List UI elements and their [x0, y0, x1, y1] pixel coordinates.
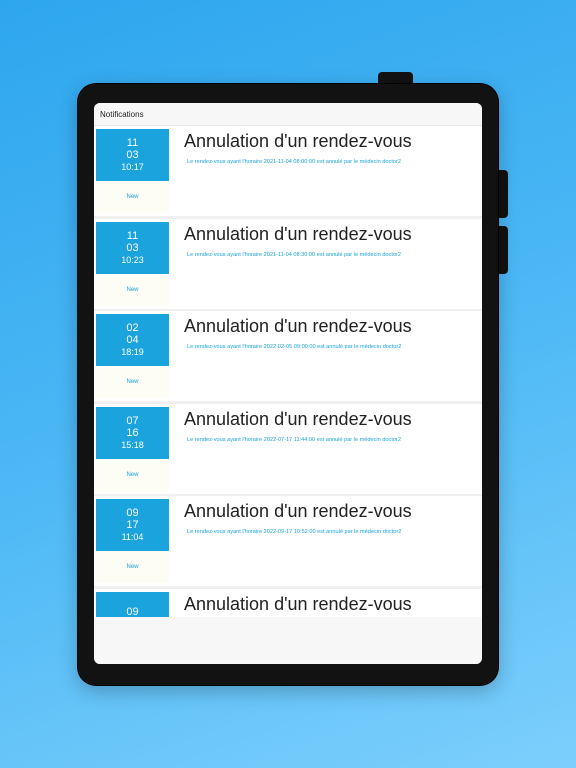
notification-date-badge: 09 17 11:04	[96, 499, 169, 551]
notification-day: 17	[126, 519, 139, 531]
notification-time: 18:19	[121, 347, 144, 357]
notification-date-column: 02 04 18:19 New	[96, 314, 169, 398]
notification-time: 10:17	[121, 162, 144, 172]
notification-month: 11	[126, 229, 139, 242]
app-screen: Notifications 11 03 10:17 New Annulation…	[94, 103, 482, 664]
notification-day: 03	[126, 149, 139, 161]
notification-message: Le rendez-vous ayant l'horaire 2021-11-0…	[187, 251, 401, 258]
notification-item[interactable]: 11 03 10:17 New Annulation d'un rendez-v…	[94, 126, 482, 216]
notification-day: 04	[126, 334, 139, 346]
notification-month: 07	[126, 414, 139, 427]
notification-title: Annulation d'un rendez-vous	[184, 316, 412, 336]
notification-day: 03	[126, 241, 139, 254]
notification-day: 16	[126, 426, 139, 439]
notification-date-badge: 09 17	[96, 591, 169, 618]
notification-month: 02	[126, 322, 139, 334]
notification-date-badge: 02 04 18:19	[96, 314, 169, 366]
notification-title: Annulation d'un rendez-vous	[184, 408, 412, 429]
notification-status-label: New	[126, 286, 139, 293]
notification-date-badge: 07 16 15:18	[96, 406, 169, 459]
notification-item[interactable]: 11 03 10:23 New Annulation d'un rendez-v…	[94, 218, 482, 309]
notification-date-column: 07 16 15:18 New	[96, 406, 169, 491]
bottom-empty-area	[94, 617, 482, 664]
notification-status-label: New	[126, 564, 139, 570]
notification-title: Annulation d'un rendez-vous	[184, 131, 412, 151]
notification-title: Annulation d'un rendez-vous	[184, 593, 412, 614]
notification-item[interactable]: 02 04 18:19 New Annulation d'un rendez-v…	[94, 311, 482, 401]
page-title: Notifications	[100, 109, 144, 119]
notification-month: 11	[126, 137, 139, 149]
notification-date-column: 09 17	[96, 591, 169, 618]
notification-date-column: 11 03 10:17 New	[96, 129, 169, 213]
notification-item[interactable]: 09 17 11:04 New Annulation d'un rendez-v…	[94, 496, 482, 586]
app-header: Notifications	[94, 103, 482, 126]
notification-item[interactable]: 07 16 15:18 New Annulation d'un rendez-v…	[94, 403, 482, 494]
notification-date-badge: 11 03 10:17	[96, 129, 169, 181]
notification-time: 15:18	[121, 439, 144, 450]
notification-message: Le rendez-vous ayant l'horaire 2022-09-1…	[187, 529, 402, 535]
notification-status-label: New	[126, 471, 139, 478]
notification-item[interactable]: 09 17 Annulation d'un rendez-vous	[94, 588, 482, 618]
notification-date-column: 09 17 11:04 New	[96, 499, 169, 583]
notification-list[interactable]: 11 03 10:17 New Annulation d'un rendez-v…	[94, 126, 482, 617]
notification-title: Annulation d'un rendez-vous	[184, 223, 412, 244]
notification-month: 09	[126, 605, 139, 618]
notification-title: Annulation d'un rendez-vous	[184, 501, 412, 521]
notification-time: 10:23	[121, 254, 144, 265]
notification-month: 09	[126, 507, 139, 519]
notification-message: Le rendez-vous ayant l'horaire 2022-02-0…	[187, 344, 402, 350]
notification-status-label: New	[126, 379, 139, 385]
notification-date-column: 11 03 10:23 New	[96, 221, 169, 306]
notification-message: Le rendez-vous ayant l'horaire 2021-11-0…	[187, 159, 401, 165]
notification-message: Le rendez-vous ayant l'horaire 2022-07-1…	[187, 436, 401, 443]
notification-time: 11:04	[121, 532, 144, 542]
notification-status-label: New	[126, 194, 139, 200]
notification-date-badge: 11 03 10:23	[96, 221, 169, 274]
